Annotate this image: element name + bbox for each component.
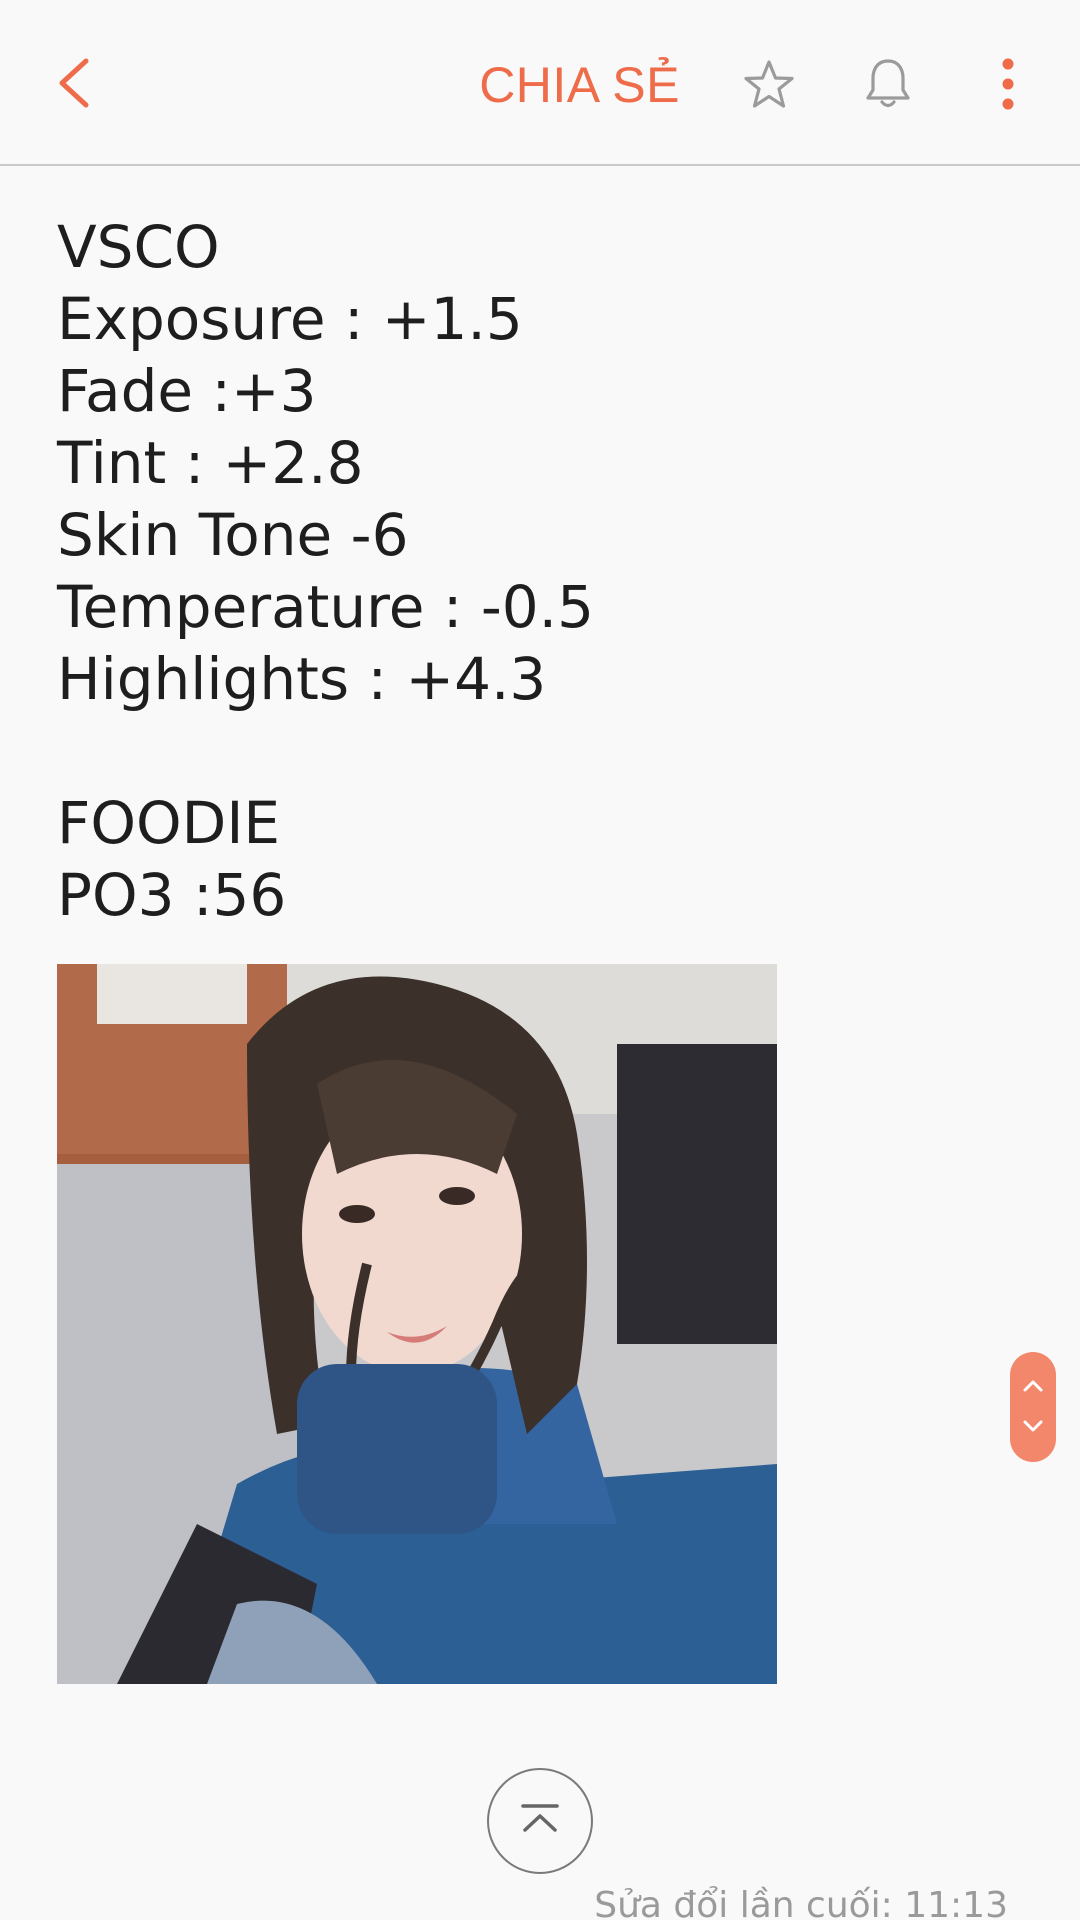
star-outline-icon — [744, 60, 794, 108]
note-line-7: Highlights : +4.3 — [57, 645, 547, 713]
fast-scroll-handle[interactable] — [1010, 1352, 1056, 1462]
note-line-8 — [57, 715, 1017, 787]
note-text[interactable]: VSCO Exposure : +1.5 Fade :+3 Tint : +2.… — [57, 211, 1017, 931]
more-vertical-icon — [1002, 58, 1014, 110]
note-line-10: PO3 :56 — [57, 861, 287, 929]
back-button[interactable] — [50, 53, 100, 113]
photo-illustration — [57, 964, 777, 1684]
note-app: CHIA SẺ VSCO Exposure : +1.5 Fade :+3 Ti… — [0, 0, 1080, 1920]
note-line-2: Exposure : +1.5 — [57, 285, 523, 353]
last-modified-label: Sửa đổi lần cuối: 11:13 — [594, 1885, 1008, 1920]
chevron-down-icon — [1023, 1420, 1043, 1432]
scroll-handle-icons — [1023, 1380, 1043, 1432]
scroll-to-top-button[interactable] — [487, 1768, 593, 1874]
bell-icon — [866, 59, 910, 108]
note-line-4: Tint : +2.8 — [57, 429, 364, 497]
top-bar: CHIA SẺ — [0, 0, 1080, 166]
note-line-6: Temperature : -0.5 — [57, 573, 594, 641]
share-button[interactable]: CHIA SẺ — [479, 52, 680, 118]
scroll-to-top-icon — [521, 1804, 559, 1832]
favorite-button[interactable] — [742, 58, 796, 112]
note-line-3: Fade :+3 — [57, 357, 317, 425]
note-line-1: VSCO — [57, 213, 220, 281]
note-line-9: FOODIE — [57, 789, 281, 857]
chevron-up-icon — [1023, 1380, 1043, 1392]
note-line-5: Skin Tone -6 — [57, 501, 409, 569]
chevron-left-icon — [59, 58, 89, 108]
more-options-button[interactable] — [994, 57, 1022, 113]
note-photo[interactable] — [57, 964, 777, 1684]
reminder-button[interactable] — [862, 56, 914, 112]
